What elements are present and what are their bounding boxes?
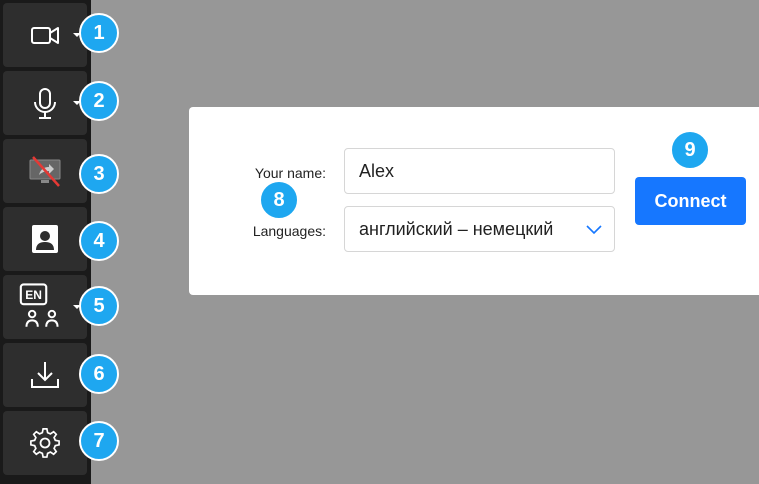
sidebar: EN xyxy=(0,0,91,484)
chevron-down-icon xyxy=(586,225,602,235)
microphone-icon xyxy=(34,88,56,119)
language-users-icon: EN xyxy=(19,283,59,327)
callout-badge-1: 1 xyxy=(79,13,119,53)
callout-badge-3: 3 xyxy=(79,154,119,194)
self-view-button[interactable] xyxy=(3,207,87,271)
download-button[interactable] xyxy=(3,343,87,407)
callout-badge-7: 7 xyxy=(79,421,119,461)
screen-share-off-icon xyxy=(29,156,61,187)
user-portrait-icon xyxy=(32,225,58,253)
gear-icon xyxy=(30,428,60,458)
callout-badge-4: 4 xyxy=(79,221,119,261)
callout-badge-5: 5 xyxy=(79,286,119,326)
callout-badge-9: 9 xyxy=(670,130,710,170)
callout-badge-2: 2 xyxy=(79,81,119,121)
languages-label: Languages: xyxy=(252,223,326,239)
screen-share-button[interactable] xyxy=(3,139,87,203)
callout-badge-6: 6 xyxy=(79,354,119,394)
name-field[interactable] xyxy=(344,148,615,194)
name-input[interactable] xyxy=(359,160,600,182)
language-code-label: EN xyxy=(25,288,42,302)
camera-button[interactable] xyxy=(3,3,87,67)
languages-select[interactable]: английский – немецкий xyxy=(344,206,615,252)
settings-button[interactable] xyxy=(3,411,87,475)
download-icon xyxy=(31,362,59,388)
microphone-button[interactable] xyxy=(3,71,87,135)
your-name-label: Your name: xyxy=(254,165,326,181)
connect-panel: Your name: Languages: английский – немец… xyxy=(189,107,759,295)
language-button[interactable]: EN xyxy=(3,275,87,339)
languages-select-value: английский – немецкий xyxy=(359,218,554,239)
connect-button[interactable]: Connect xyxy=(635,177,746,225)
callout-badge-8: 8 xyxy=(259,180,299,220)
video-camera-icon xyxy=(31,27,59,44)
